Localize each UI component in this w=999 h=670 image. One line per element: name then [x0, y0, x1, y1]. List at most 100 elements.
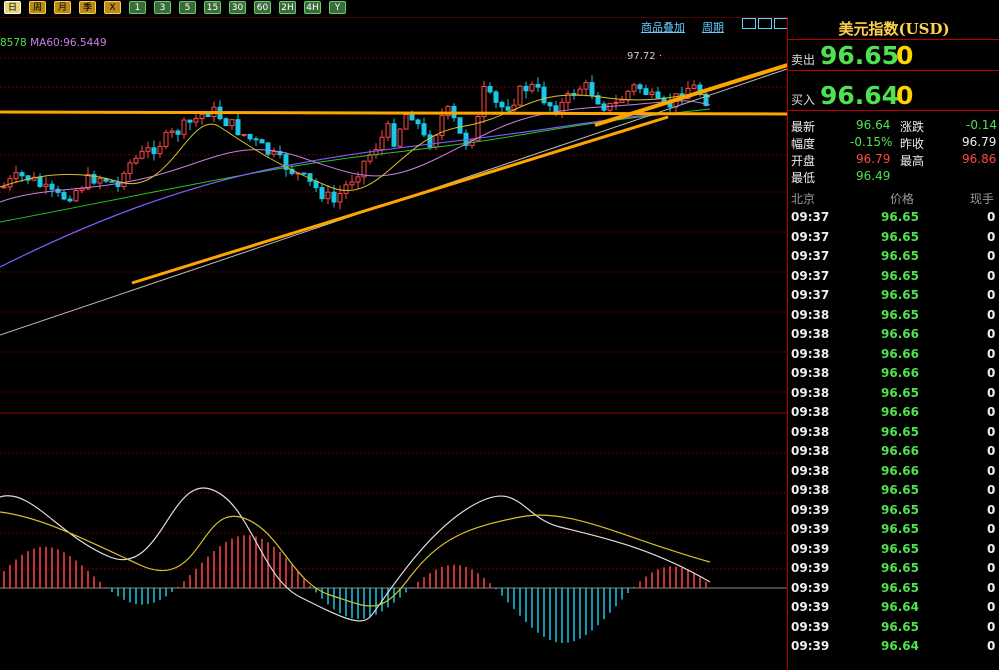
- quote-row-latest: 最新 96.64 涨跌 -0.14: [788, 118, 999, 135]
- period-button-3[interactable]: 季: [79, 1, 96, 14]
- period-button-10[interactable]: 60: [254, 1, 271, 14]
- period-button-13[interactable]: Y: [329, 1, 346, 14]
- tick-row: 09:38 96.66 0: [788, 464, 999, 484]
- candle-body: [619, 99, 625, 103]
- tick-price: 96.65: [881, 561, 919, 575]
- kline-chart-svg[interactable]: [0, 17, 787, 670]
- candle-body: [349, 181, 355, 186]
- candle-body: [385, 123, 391, 138]
- candle-body: [415, 119, 421, 125]
- kline-chart-area[interactable]: [0, 17, 787, 670]
- candle-body: [319, 187, 325, 200]
- candle-body: [487, 86, 493, 93]
- tick-time: 09:38: [791, 483, 830, 497]
- candle-body: [379, 136, 385, 151]
- period-button-8[interactable]: 15: [204, 1, 221, 14]
- candle-body: [97, 178, 103, 184]
- tick-volume: 0: [987, 580, 996, 595]
- tick-time: 09:38: [791, 385, 830, 400]
- restore-icon[interactable]: [758, 18, 772, 29]
- tick-volume: 0: [987, 307, 996, 322]
- tick-row: 09:38 96.66 0: [788, 347, 999, 367]
- tick-row: 09:37 96.65 0: [788, 269, 999, 289]
- candle-body: [109, 180, 115, 183]
- period-button-4[interactable]: X: [104, 1, 121, 14]
- period-button-2[interactable]: 月: [54, 1, 71, 14]
- candle-body: [7, 178, 13, 188]
- tick-row: 09:38 96.65 0: [788, 386, 999, 406]
- tick-time: 09:38: [791, 424, 830, 439]
- candle-body: [127, 162, 133, 174]
- candle-body: [79, 188, 85, 191]
- candle-body: [637, 84, 643, 90]
- period-button-6[interactable]: 3: [154, 1, 171, 14]
- period-button-11[interactable]: 2H: [279, 1, 296, 14]
- candle-body: [493, 91, 499, 103]
- candle-body: [613, 101, 619, 104]
- tick-time: 09:39: [791, 619, 830, 634]
- overlay-link[interactable]: 商品叠加: [641, 19, 685, 35]
- tick-price: 96.65: [881, 268, 919, 283]
- tick-volume: 0: [987, 346, 996, 361]
- ticks-header: 北京 价格 现手: [788, 190, 999, 208]
- low-label: 最低: [791, 171, 816, 185]
- candle-body: [337, 192, 343, 203]
- low-value: 96.49: [856, 169, 891, 183]
- quote-row-open: 开盘 96.79 最高 96.86: [788, 152, 999, 169]
- tick-time: 09:39: [791, 541, 830, 556]
- amplitude-label: 幅度: [791, 137, 816, 151]
- tick-time: 09:39: [791, 502, 830, 517]
- amplitude-value: -0.15%: [850, 135, 893, 149]
- period-button-1[interactable]: 周: [29, 1, 46, 14]
- tick-time: 09:39: [791, 600, 830, 614]
- tick-time: 09:37: [791, 249, 830, 263]
- chart-window-controls[interactable]: [742, 18, 790, 32]
- buy-label: 买入: [791, 93, 816, 107]
- period-link[interactable]: 周期: [702, 19, 724, 35]
- candle-body: [85, 174, 91, 190]
- candle-body: [169, 130, 175, 133]
- tick-volume: 0: [987, 229, 996, 244]
- candle-body: [397, 128, 403, 147]
- tick-price: 96.65: [881, 307, 919, 322]
- tick-volume: 0: [987, 366, 996, 380]
- tick-price: 96.65: [881, 483, 919, 497]
- tick-price: 96.65: [881, 229, 919, 244]
- ma-purple-line: [0, 100, 711, 203]
- tick-volume: 0: [987, 249, 996, 263]
- period-button-9[interactable]: 30: [229, 1, 246, 14]
- latest-value: 96.64: [856, 118, 891, 132]
- tick-price: 96.66: [881, 444, 919, 458]
- prev-close-value: 96.79: [962, 135, 997, 149]
- period-button-5[interactable]: 1: [129, 1, 146, 14]
- tick-volume: 0: [987, 502, 996, 517]
- sell-row[interactable]: 卖出 96.65 0: [788, 40, 999, 71]
- tick-volume: 0: [987, 424, 996, 439]
- candle-body: [139, 150, 145, 159]
- quote-row-low: 最低 96.49: [788, 169, 999, 186]
- tick-time: 09:38: [791, 444, 830, 458]
- candle-body: [43, 183, 49, 187]
- candle-body: [247, 133, 253, 140]
- buy-row[interactable]: 买入 96.64 0: [788, 80, 999, 111]
- tick-price: 96.66: [881, 405, 919, 419]
- period-button-0[interactable]: 日: [4, 1, 21, 14]
- candle-body: [421, 123, 427, 136]
- tick-price: 96.66: [881, 327, 919, 341]
- tick-row: 09:39 96.64 0: [788, 639, 999, 659]
- candle-body: [529, 83, 535, 92]
- candle-body: [589, 82, 595, 97]
- buy-volume: 0: [896, 81, 914, 110]
- candle-body: [49, 183, 55, 190]
- tick-row: 09:37 96.65 0: [788, 210, 999, 230]
- tick-time: 09:37: [791, 268, 830, 283]
- period-button-7[interactable]: 5: [179, 1, 196, 14]
- tick-time: 09:39: [791, 639, 830, 653]
- tick-time: 09:38: [791, 463, 830, 478]
- candle-body: [331, 191, 337, 203]
- minimize-icon[interactable]: [742, 18, 756, 29]
- period-button-12[interactable]: 4H: [304, 1, 321, 14]
- tick-price: 96.66: [881, 463, 919, 478]
- tick-row: 09:37 96.65 0: [788, 249, 999, 269]
- maximize-icon[interactable]: [774, 18, 788, 29]
